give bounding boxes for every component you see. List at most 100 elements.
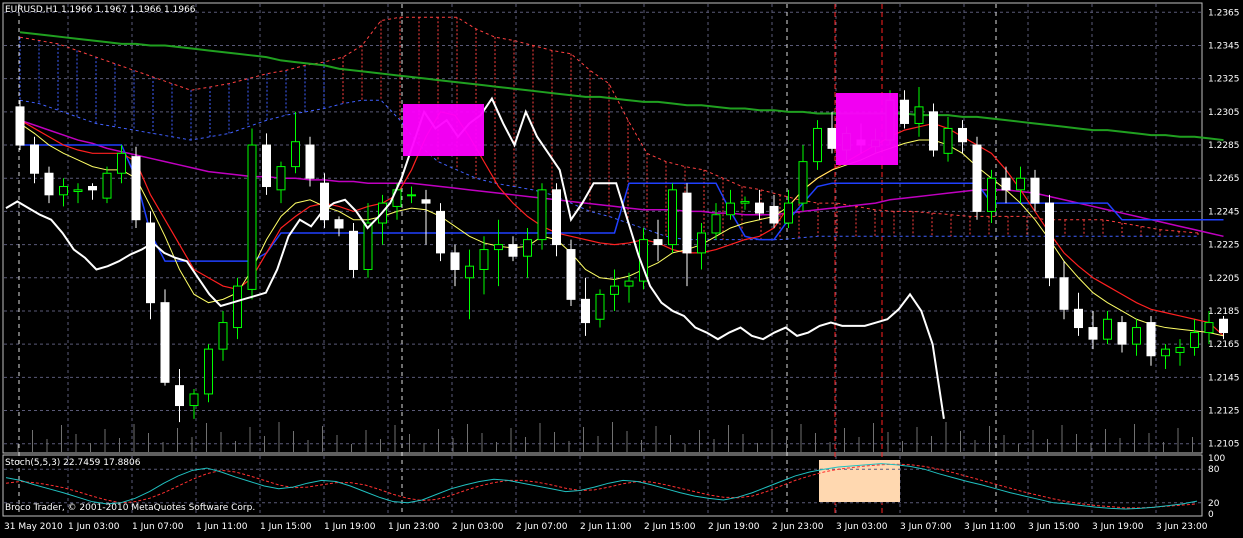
candle-body — [1175, 346, 1185, 353]
time-axis: 31 May 2010 1 Jun 03:00 1 Jun 07:00 1 Jun 1… — [4, 522, 1208, 532]
candle-body — [146, 222, 155, 304]
copyright-text: Broco Trader, © 2001-2010 MetaQuotes Sof… — [5, 503, 256, 513]
candle-body — [1030, 177, 1040, 204]
candle-body — [595, 293, 605, 320]
candle-body — [1219, 318, 1228, 334]
price-tick-label: 1.2225 — [1208, 241, 1240, 251]
price-tick-label: 1.2125 — [1208, 407, 1240, 417]
candle-body — [291, 141, 300, 168]
candle-body — [189, 393, 199, 407]
price-tick-label: 1.2365 — [1208, 8, 1240, 18]
candle-body — [1059, 277, 1069, 310]
stoch-scale-label: 100 — [1208, 454, 1225, 464]
price-tick-label: 1.2345 — [1208, 41, 1240, 51]
candle-body — [682, 192, 692, 254]
candle-body — [1001, 177, 1011, 191]
price-tick-label: 1.2325 — [1208, 75, 1240, 85]
time-tick-label: 2 Jun 15:00 — [644, 522, 696, 532]
time-tick-label: 3 Jun 19:00 — [1092, 522, 1144, 532]
candle-body — [1103, 318, 1112, 340]
candle-body — [1117, 322, 1127, 345]
candle-body — [740, 200, 750, 204]
symbol-info: EURUSD,H1 1.1966 1.1967 1.1966 1.1966 — [5, 5, 196, 15]
candle-body — [218, 322, 228, 350]
price-tick-label: 1.2245 — [1208, 207, 1240, 217]
time-tick-label: 3 Jun 11:00 — [964, 522, 1016, 532]
price-tick-label: 1.2285 — [1208, 141, 1240, 151]
stoch-scale: 10080 200 — [1208, 454, 1225, 520]
candle-body — [305, 144, 315, 179]
candle-body — [494, 244, 503, 251]
candle-body — [131, 156, 141, 221]
candle-body — [247, 144, 257, 290]
candle-body — [987, 177, 996, 212]
candle-body — [44, 172, 54, 196]
time-tick-label: 2 Jun 03:00 — [452, 522, 504, 532]
time-tick-label: 1 Jun 15:00 — [260, 522, 312, 532]
candle-body — [813, 127, 822, 163]
candle-body — [465, 265, 474, 279]
candle-body — [900, 99, 909, 124]
candle-body — [798, 161, 808, 204]
time-tick-label: 2 Jun 07:00 — [516, 522, 568, 532]
candle-body — [262, 144, 271, 188]
candle-body — [537, 189, 547, 241]
price-tick-label: 1.2165 — [1208, 340, 1240, 350]
candle-body — [1161, 348, 1170, 357]
price-tick-label: 1.2265 — [1208, 174, 1240, 184]
price-axis: 1.2365 1.2345 1.2325 1.2305 1.2285 1.2265 1.22… — [1208, 8, 1240, 449]
candle-body — [566, 249, 576, 300]
time-tick-label: 1 Jun 19:00 — [324, 522, 376, 532]
candle-body — [726, 202, 735, 216]
magenta-highlight-box-2 — [836, 93, 898, 165]
candle-body — [1088, 327, 1098, 340]
candle-body — [1146, 322, 1156, 357]
time-tick-label: 3 Jun 23:00 — [1156, 522, 1208, 532]
candle-body — [508, 244, 518, 257]
candle-body — [581, 298, 590, 324]
candle-body — [88, 186, 97, 191]
candle-body — [334, 219, 344, 229]
candle-body — [73, 189, 83, 192]
candle-body — [1204, 322, 1214, 334]
time-tick-label: 1 Jun 07:00 — [132, 522, 184, 532]
candle-body — [175, 385, 184, 407]
candle-body — [59, 186, 68, 196]
candle-body — [407, 194, 416, 197]
candle-body — [552, 189, 561, 246]
candle-body — [276, 166, 286, 191]
candle-body — [697, 232, 706, 254]
chart-canvas[interactable]: 1.2365 1.2345 1.2325 1.2305 1.2285 1.2265 1.22… — [0, 0, 1243, 534]
price-tick-label: 1.2205 — [1208, 274, 1240, 284]
candle-body — [450, 252, 460, 270]
candle-body — [117, 152, 126, 174]
candle-body — [624, 280, 634, 287]
candle-body — [349, 230, 358, 270]
candle-body — [943, 127, 953, 154]
stoch-indicator-label: Stoch(5,5,3) 22.7459 17.8806 — [5, 458, 141, 468]
candle-body — [1045, 202, 1054, 279]
candle-body — [479, 249, 489, 270]
candle-body — [929, 111, 938, 151]
stoch-scale-label: 80 — [1208, 465, 1220, 475]
candle-body — [610, 285, 619, 295]
candle-body — [1132, 327, 1141, 345]
time-tick-label: 3 Jun 07:00 — [900, 522, 952, 532]
candle-body — [668, 189, 677, 246]
time-tick-label: 2 Jun 19:00 — [708, 522, 760, 532]
time-tick-label: 3 Jun 03:00 — [836, 522, 888, 532]
time-tick-label: 1 Jun 03:00 — [68, 522, 120, 532]
candle-body — [233, 285, 242, 329]
candle-body — [914, 106, 924, 124]
trading-chart: 1.2365 1.2345 1.2325 1.2305 1.2285 1.2265 1.22… — [0, 0, 1243, 534]
candle-body — [15, 106, 25, 146]
candle-body — [769, 205, 779, 224]
candle-body — [523, 239, 532, 257]
candle-body — [653, 239, 663, 246]
time-tick-label: 1 Jun 23:00 — [388, 522, 440, 532]
stoch-scale-label: 20 — [1208, 499, 1220, 509]
candle-body — [784, 202, 793, 224]
time-tick-label: 3 Jun 15:00 — [1028, 522, 1080, 532]
price-tick-label: 1.2105 — [1208, 440, 1240, 450]
price-tick-label: 1.2305 — [1208, 108, 1240, 118]
